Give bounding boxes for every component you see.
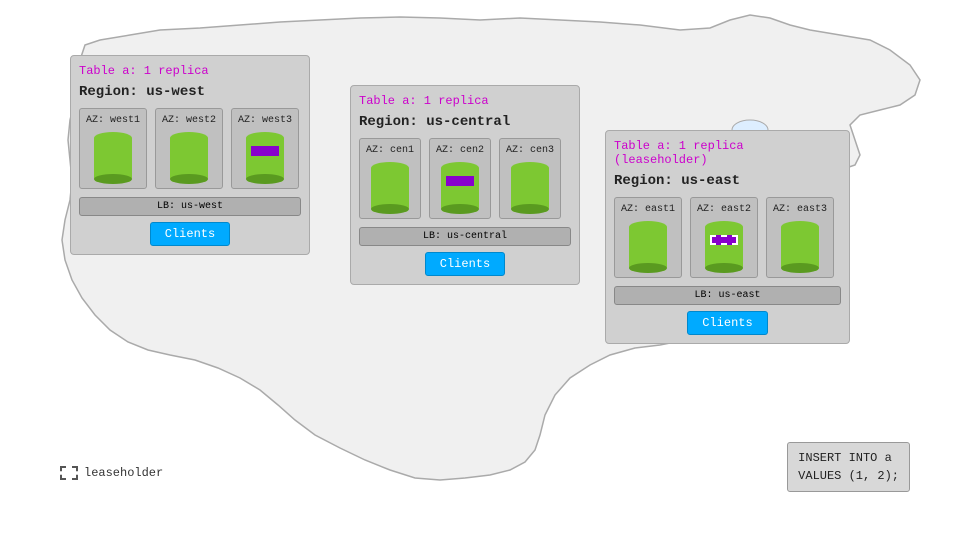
west-panel-title: Table a: 1 replica: [79, 64, 301, 78]
cyl-bottom: [94, 174, 132, 184]
legend-dashed-box: [60, 466, 78, 480]
central-az2-label: AZ: cen2: [436, 145, 484, 156]
cyl-bottom: [170, 174, 208, 184]
cyl-top: [371, 162, 409, 174]
central-az-container: AZ: cen1 AZ: cen2 AZ: cen3: [359, 138, 571, 219]
west-clients-button[interactable]: Clients: [150, 222, 230, 246]
east-az-container: AZ: east1 AZ: east2 AZ: east3: [614, 197, 841, 278]
central-az3-label: AZ: cen3: [506, 145, 554, 156]
central-panel-title: Table a: 1 replica: [359, 94, 571, 108]
west-az3-label: AZ: west3: [238, 115, 292, 126]
cyl-top: [170, 132, 208, 144]
east-az3-box: AZ: east3: [766, 197, 834, 278]
east-panel-title: Table a: 1 replica (leaseholder): [614, 139, 841, 167]
west-az2-box: AZ: west2: [155, 108, 223, 189]
cyl-top: [781, 221, 819, 233]
cyl-bottom: [705, 263, 743, 273]
central-lb-bar: LB: us-central: [359, 227, 571, 246]
east-az3-label: AZ: east3: [773, 204, 827, 215]
west-lb-bar: LB: us-west: [79, 197, 301, 216]
cyl-bottom: [246, 174, 284, 184]
cyl-bottom: [781, 263, 819, 273]
central-az1-label: AZ: cen1: [366, 145, 414, 156]
east-lb-bar: LB: us-east: [614, 286, 841, 305]
east-az1-box: AZ: east1: [614, 197, 682, 278]
sql-line2: VALUES (1, 2);: [798, 467, 899, 485]
central-az2-cylinder: [441, 162, 479, 214]
central-az1-cylinder: [371, 162, 409, 214]
cyl-bottom: [511, 204, 549, 214]
east-az1-cylinder: [629, 221, 667, 273]
replica-block: [446, 176, 474, 186]
cyl-top: [629, 221, 667, 233]
west-az-container: AZ: west1 AZ: west2 AZ: west3: [79, 108, 301, 189]
central-az1-box: AZ: cen1: [359, 138, 421, 219]
west-az1-label: AZ: west1: [86, 115, 140, 126]
sql-box: INSERT INTO a VALUES (1, 2);: [787, 442, 910, 492]
east-az3-cylinder: [781, 221, 819, 273]
legend-label: leaseholder: [84, 466, 163, 480]
leaseholder-block: [710, 235, 738, 245]
central-az3-cylinder: [511, 162, 549, 214]
west-az3-cylinder: [246, 132, 284, 184]
west-az2-label: AZ: west2: [162, 115, 216, 126]
cyl-bottom: [371, 204, 409, 214]
west-az3-box: AZ: west3: [231, 108, 299, 189]
cyl-top: [94, 132, 132, 144]
cyl-top: [705, 221, 743, 233]
west-az1-cylinder: [94, 132, 132, 184]
west-az2-cylinder: [170, 132, 208, 184]
east-region-panel: Table a: 1 replica (leaseholder) Region:…: [605, 130, 850, 344]
cyl-top: [246, 132, 284, 144]
legend: leaseholder: [60, 466, 163, 480]
east-az2-box: AZ: east2: [690, 197, 758, 278]
replica-block: [251, 146, 279, 156]
cyl-bottom: [629, 263, 667, 273]
central-clients-button[interactable]: Clients: [425, 252, 505, 276]
west-az1-box: AZ: west1: [79, 108, 147, 189]
central-az2-box: AZ: cen2: [429, 138, 491, 219]
cyl-top: [511, 162, 549, 174]
west-region-panel: Table a: 1 replica Region: us-west AZ: w…: [70, 55, 310, 255]
east-az2-label: AZ: east2: [697, 204, 751, 215]
central-region-panel: Table a: 1 replica Region: us-central AZ…: [350, 85, 580, 285]
east-az1-label: AZ: east1: [621, 204, 675, 215]
west-region-label: Region: us-west: [79, 84, 301, 100]
central-az3-box: AZ: cen3: [499, 138, 561, 219]
sql-line1: INSERT INTO a: [798, 449, 899, 467]
east-region-label: Region: us-east: [614, 173, 841, 189]
cyl-top: [441, 162, 479, 174]
east-clients-button[interactable]: Clients: [687, 311, 767, 335]
east-az2-cylinder: [705, 221, 743, 273]
cyl-bottom: [441, 204, 479, 214]
central-region-label: Region: us-central: [359, 114, 571, 130]
